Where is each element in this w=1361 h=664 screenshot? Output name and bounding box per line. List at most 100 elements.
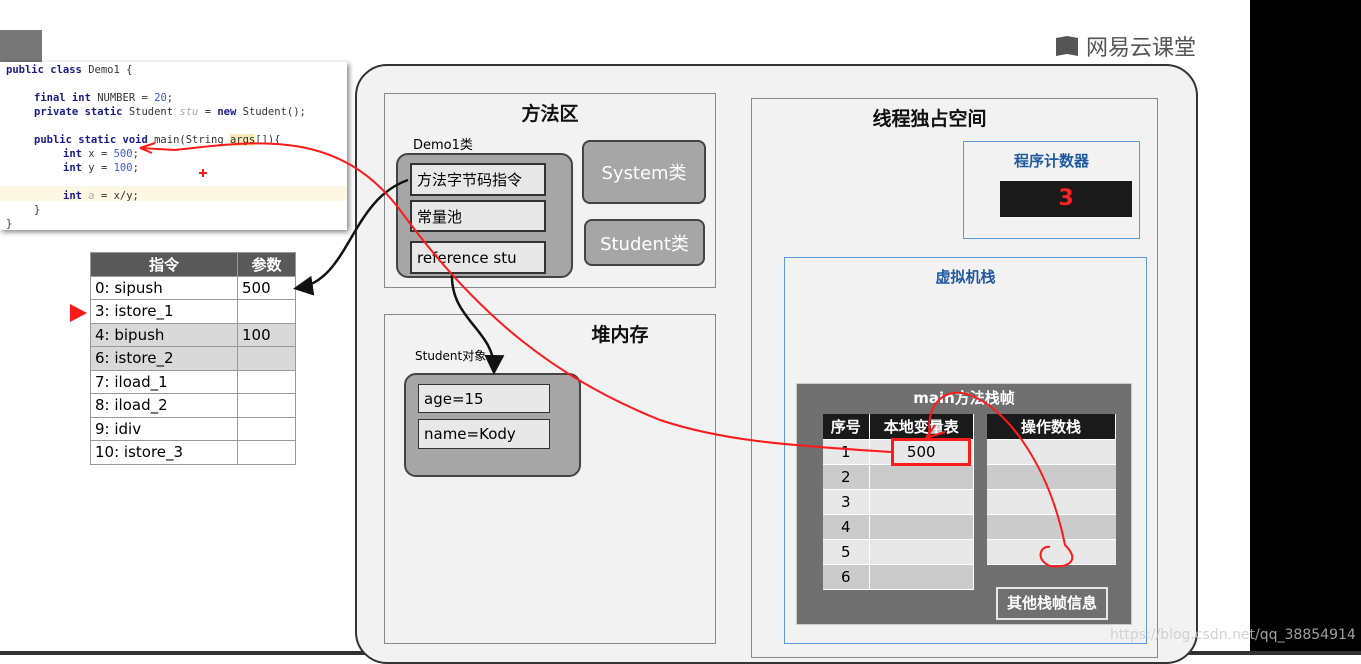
local-variable-row: 2 xyxy=(823,464,974,490)
code-token: x = xyxy=(88,148,114,160)
code-line: } xyxy=(34,204,40,216)
gray-corner xyxy=(0,30,42,62)
param-cell xyxy=(237,416,296,441)
code-line: final int NUMBER = 20; xyxy=(34,92,173,104)
code-token: new xyxy=(217,106,243,118)
heap: 堆内存 Student对象 age=15 name=Kody xyxy=(384,314,716,644)
local-variable-row: 5 xyxy=(823,539,974,565)
local-variable-row: 4 xyxy=(823,514,974,540)
code-token: stu xyxy=(179,106,199,118)
code-token: = x/y; xyxy=(94,190,139,202)
current-instruction-arrow-icon xyxy=(70,304,87,322)
code-token: 100 xyxy=(113,162,133,174)
operand-cell xyxy=(987,539,1116,565)
code-token: 20 xyxy=(154,92,167,104)
param-cell: 100 xyxy=(237,322,296,347)
thread-title: 线程独占空间 xyxy=(872,108,987,130)
index-cell: 6 xyxy=(823,564,870,590)
main-stack-frame: main方法栈帧 序号 本地变量表 1 500 2 3 4 5 6 操作数栈 其他栈帧信息 xyxy=(796,383,1132,625)
instruction-cell: 9: idiv xyxy=(90,416,238,441)
code-token: public static void xyxy=(34,134,155,146)
instruction-cell: 3: istore_1 xyxy=(90,299,238,324)
index-cell: 3 xyxy=(823,489,870,515)
watermark: https://blog.csdn.net/qq_38854914 xyxy=(1110,627,1356,643)
instruction-row: 0: sipush 500 xyxy=(90,275,296,300)
code-token: = xyxy=(198,106,218,118)
constant-pool-box: 常量池 xyxy=(410,200,546,232)
local-value-cell xyxy=(869,464,974,490)
local-value-cell xyxy=(869,514,974,540)
header-instruction: 指令 xyxy=(90,252,238,277)
param-cell xyxy=(237,393,296,418)
instruction-cell: 4: bipush xyxy=(90,322,238,347)
instruction-row: 7: iload_1 xyxy=(90,369,296,394)
operand-stack-row xyxy=(987,539,1116,565)
index-cell: 2 xyxy=(823,464,870,490)
frame-title: main方法栈帧 xyxy=(913,389,1015,407)
black-side-bar xyxy=(1250,0,1361,655)
operand-stack-row xyxy=(987,464,1116,490)
code-token: } xyxy=(34,204,41,216)
system-class-box: System类 xyxy=(582,140,706,204)
bytecode-box: 方法字节码指令 xyxy=(410,163,546,196)
code-token: main(String xyxy=(154,134,230,146)
code-token: int xyxy=(63,148,89,160)
class-label: Demo1类 xyxy=(413,138,473,153)
instruction-table: 指令 参数 0: sipush 500 3: istore_1 4: bipush 100… xyxy=(90,252,296,465)
index-cell: 1 xyxy=(823,439,870,465)
book-icon xyxy=(1056,36,1078,56)
code-token: int xyxy=(63,190,89,202)
code-token: ; xyxy=(166,92,174,104)
heap-title: 堆内存 xyxy=(591,324,649,346)
instruction-cell: 0: sipush xyxy=(90,275,238,300)
code-token: ; xyxy=(132,148,139,160)
operand-cell xyxy=(987,439,1116,465)
code-line: int a = x/y; xyxy=(63,190,139,202)
code-token: private static xyxy=(34,106,129,118)
instruction-row: 4: bipush 100 xyxy=(90,322,296,347)
operand-stack-row xyxy=(987,514,1116,540)
method-area: 方法区 Demo1类 方法字节码指令 常量池 reference stu Sys… xyxy=(384,93,716,288)
local-value-cell xyxy=(869,539,974,565)
code-token: Student xyxy=(128,106,180,118)
local-value-cell xyxy=(869,489,974,515)
param-cell xyxy=(237,369,296,394)
current-line-highlight xyxy=(0,186,347,201)
instruction-row: 8: iload_2 xyxy=(90,393,296,418)
code-token: public class xyxy=(6,64,89,76)
code-line: public class Demo1 { xyxy=(6,64,132,76)
operand-stack-row xyxy=(987,489,1116,515)
param-cell xyxy=(237,440,296,465)
instruction-row: 3: istore_1 xyxy=(90,299,296,324)
code-token: args xyxy=(229,134,256,146)
header-index: 序号 xyxy=(823,414,870,440)
reference-box: reference stu xyxy=(410,241,546,274)
instruction-row: 6: istore_2 xyxy=(90,346,296,371)
vm-stack-title: 虚拟机栈 xyxy=(935,268,996,286)
local-variable-row: 6 xyxy=(823,564,974,590)
instruction-cell: 6: istore_2 xyxy=(90,346,238,371)
param-cell xyxy=(237,299,296,324)
local-value-cell xyxy=(869,564,974,590)
local-variable-row: 3 xyxy=(823,489,974,515)
code-token: final int xyxy=(34,92,98,104)
highlight-box-500 xyxy=(891,438,971,466)
instruction-cell: 7: iload_1 xyxy=(90,369,238,394)
code-token: y = xyxy=(88,162,114,174)
operand-cell xyxy=(987,489,1116,515)
operand-cell xyxy=(987,514,1116,540)
logo: 网易云课堂 xyxy=(1054,30,1196,62)
method-area-title: 方法区 xyxy=(521,103,579,125)
code-line: int x = 500; xyxy=(63,148,139,160)
other-frame-info-button[interactable]: 其他栈帧信息 xyxy=(996,587,1108,620)
code-token: ; xyxy=(132,162,139,174)
header-operand-stack: 操作数栈 xyxy=(987,414,1116,440)
object-label: Student对象 xyxy=(415,349,487,363)
header-locals: 本地变量表 xyxy=(869,414,974,440)
param-cell: 500 xyxy=(237,275,296,300)
index-cell: 5 xyxy=(823,539,870,565)
name-field: name=Kody xyxy=(418,419,550,449)
pc-title: 程序计数器 xyxy=(1013,152,1089,170)
code-token: 500 xyxy=(113,148,133,160)
code-line: private static Student stu = new Student… xyxy=(34,106,306,118)
